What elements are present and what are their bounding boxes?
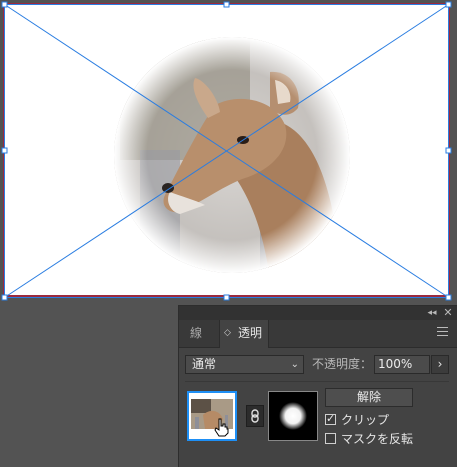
blend-mode-value: 通常 [192,357,217,371]
opacity-input[interactable]: 100% [374,355,430,374]
invert-mask-checkbox-row[interactable]: マスクを反転 [325,431,413,447]
panel-tabbar: 線 ◇ 透明 [179,320,457,348]
divider [185,381,449,382]
handle-top-left [1,1,8,8]
handle-middle-left [1,147,8,154]
link-chain-icon[interactable] [246,405,264,427]
double-chevron-left-icon[interactable]: ◂◂ [425,306,439,320]
chevron-down-icon: ⌄ [290,359,299,370]
release-button[interactable]: 解除 [325,388,413,407]
hand-cursor-icon [214,418,229,437]
handle-middle-right [445,147,452,154]
object-thumbnail[interactable] [187,391,237,441]
handle-bottom-center [223,294,230,301]
blend-mode-select[interactable]: 通常 ⌄ [185,355,304,374]
checkmark-icon: ✓ [326,412,336,425]
mask-thumbnail-image [269,392,317,440]
mask-thumbnail[interactable] [268,391,318,441]
tab-transparency[interactable]: ◇ 透明 [219,320,269,348]
chain-glyph [251,409,259,423]
transparency-panel: ◂◂ ✕ 線 ◇ 透明 通常 ⌄ 不透明度： 100% › 解除 ✓ クリップ … [178,305,457,467]
panel-titlebar[interactable]: ◂◂ ✕ [179,306,457,320]
close-icon[interactable]: ✕ [441,306,455,320]
tab-transparency-label: 透明 [238,326,263,340]
invert-mask-checkbox[interactable] [325,433,336,444]
tab-stroke[interactable]: 線 [185,320,221,347]
handle-bottom-right [445,294,452,301]
clip-checkbox-row[interactable]: ✓ クリップ [325,412,389,428]
opacity-slider-button[interactable]: › [431,355,449,374]
handle-bottom-left [1,294,8,301]
deer-photo [114,37,350,273]
handle-top-center [223,1,230,8]
hamburger-menu-icon[interactable] [437,327,448,339]
clip-label: クリップ [341,413,390,427]
canvas-artwork[interactable] [0,0,457,305]
updown-arrows-icon[interactable]: ◇ [224,320,231,347]
invert-mask-label: マスクを反転 [341,432,414,446]
clip-checkbox[interactable]: ✓ [325,412,336,425]
handle-top-right [445,1,452,8]
opacity-label: 不透明度： [312,357,373,371]
